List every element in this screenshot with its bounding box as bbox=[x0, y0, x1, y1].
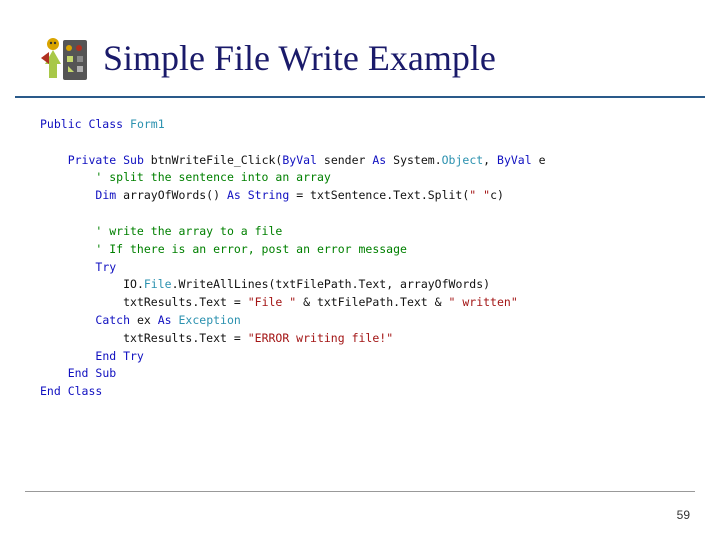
code-txt: System. bbox=[386, 153, 441, 167]
code-comment: ' If there is an error, post an error me… bbox=[95, 242, 407, 256]
footer-divider bbox=[25, 491, 695, 492]
code-kw: Public Class bbox=[40, 117, 123, 131]
code-str: " " bbox=[469, 188, 490, 202]
code-txt: & txtFilePath.Text & bbox=[296, 295, 448, 309]
code-block: Public Class Form1 Private Sub btnWriteF… bbox=[0, 98, 720, 411]
code-type: Exception bbox=[172, 313, 241, 327]
code-txt: IO. bbox=[123, 277, 144, 291]
code-comment: ' write the array to a file bbox=[95, 224, 282, 238]
code-kw: Catch bbox=[95, 313, 130, 327]
code-kw: As bbox=[158, 313, 172, 327]
code-type: Object bbox=[442, 153, 484, 167]
code-txt: , bbox=[483, 153, 497, 167]
code-txt: arrayOfWords() bbox=[116, 188, 227, 202]
code-txt: = txtSentence.Text.Split( bbox=[289, 188, 469, 202]
code-kw: Private Sub bbox=[68, 153, 144, 167]
code-kw: Try bbox=[95, 260, 116, 274]
code-kw: Dim bbox=[95, 188, 116, 202]
code-txt: btnWriteFile_Click( bbox=[144, 153, 282, 167]
logo-icon bbox=[35, 30, 91, 86]
slide-header: Simple File Write Example bbox=[15, 0, 705, 98]
code-kw: ByVal bbox=[282, 153, 317, 167]
code-str: " written" bbox=[449, 295, 518, 309]
code-txt: e bbox=[532, 153, 546, 167]
code-kw: End Try bbox=[95, 349, 143, 363]
code-type: File bbox=[144, 277, 172, 291]
code-str: "File " bbox=[248, 295, 296, 309]
code-comment: ' split the sentence into an array bbox=[95, 170, 330, 184]
code-kw: ByVal bbox=[497, 153, 532, 167]
page-number: 59 bbox=[677, 508, 690, 522]
code-txt: .WriteAllLines(txtFilePath.Text, arrayOf… bbox=[172, 277, 491, 291]
code-str: "ERROR writing file!" bbox=[248, 331, 393, 345]
code-txt: txtResults.Text = bbox=[123, 295, 248, 309]
code-kw: End Sub bbox=[68, 366, 116, 380]
code-txt: sender bbox=[317, 153, 372, 167]
code-txt: txtResults.Text = bbox=[123, 331, 248, 345]
code-txt: ex bbox=[130, 313, 158, 327]
code-type: Form1 bbox=[123, 117, 165, 131]
code-kw: As bbox=[372, 153, 386, 167]
code-txt: c) bbox=[490, 188, 504, 202]
code-kw: As String bbox=[227, 188, 289, 202]
code-kw: End Class bbox=[40, 384, 102, 398]
slide-title: Simple File Write Example bbox=[103, 37, 496, 79]
